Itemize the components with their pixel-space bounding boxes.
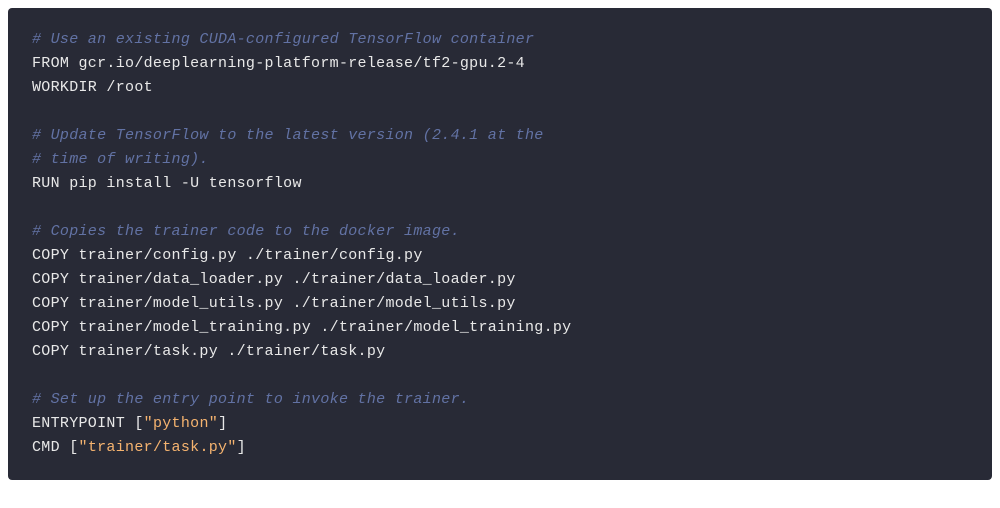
bracket-close: ]	[218, 415, 227, 432]
code-line: RUN pip install -U tensorflow	[32, 172, 968, 196]
code-line: FROM gcr.io/deeplearning-platform-releas…	[32, 52, 968, 76]
code-comment: # Use an existing CUDA-configured Tensor…	[32, 31, 534, 48]
code-line: COPY trainer/task.py ./trainer/task.py	[32, 340, 968, 364]
code-line: # Update TensorFlow to the latest versio…	[32, 124, 968, 148]
code-text: COPY trainer/config.py ./trainer/config.…	[32, 247, 423, 264]
code-line	[32, 100, 968, 124]
code-line: ENTRYPOINT ["python"]	[32, 412, 968, 436]
code-line: # Set up the entry point to invoke the t…	[32, 388, 968, 412]
code-line: # Use an existing CUDA-configured Tensor…	[32, 28, 968, 52]
code-comment: # time of writing).	[32, 151, 209, 168]
code-block: # Use an existing CUDA-configured Tensor…	[8, 8, 992, 480]
code-string: "trainer/task.py"	[79, 439, 237, 456]
code-line: CMD ["trainer/task.py"]	[32, 436, 968, 460]
code-text: WORKDIR /root	[32, 79, 153, 96]
bracket-open: [	[69, 439, 78, 456]
code-line: # time of writing).	[32, 148, 968, 172]
code-comment: # Set up the entry point to invoke the t…	[32, 391, 469, 408]
bracket-open: [	[134, 415, 143, 432]
code-text: RUN pip install -U tensorflow	[32, 175, 302, 192]
code-line: WORKDIR /root	[32, 76, 968, 100]
code-text: COPY trainer/model_utils.py ./trainer/mo…	[32, 295, 516, 312]
code-text: COPY trainer/task.py ./trainer/task.py	[32, 343, 385, 360]
code-line: COPY trainer/data_loader.py ./trainer/da…	[32, 268, 968, 292]
code-string: "python"	[144, 415, 218, 432]
code-comment: # Update TensorFlow to the latest versio…	[32, 127, 544, 144]
code-line: COPY trainer/config.py ./trainer/config.…	[32, 244, 968, 268]
code-text: COPY trainer/model_training.py ./trainer…	[32, 319, 571, 336]
code-line: COPY trainer/model_training.py ./trainer…	[32, 316, 968, 340]
code-comment: # Copies the trainer code to the docker …	[32, 223, 460, 240]
code-text: FROM gcr.io/deeplearning-platform-releas…	[32, 55, 525, 72]
code-line	[32, 364, 968, 388]
code-line	[32, 196, 968, 220]
bracket-close: ]	[237, 439, 246, 456]
code-line: COPY trainer/model_utils.py ./trainer/mo…	[32, 292, 968, 316]
code-text: COPY trainer/data_loader.py ./trainer/da…	[32, 271, 516, 288]
code-line: # Copies the trainer code to the docker …	[32, 220, 968, 244]
code-keyword: CMD	[32, 439, 69, 456]
code-keyword: ENTRYPOINT	[32, 415, 134, 432]
